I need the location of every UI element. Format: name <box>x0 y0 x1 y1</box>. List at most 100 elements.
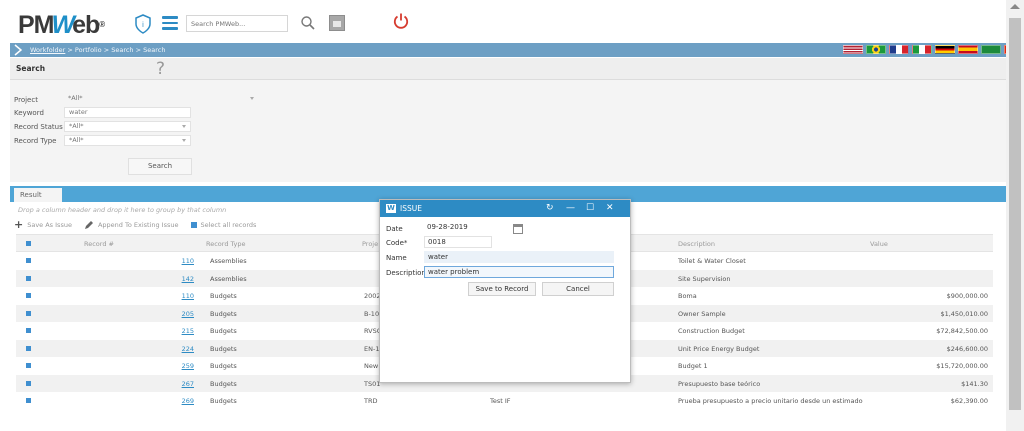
record-number-link[interactable]: 205 <box>154 310 194 318</box>
record-type-cell: Budgets <box>210 309 237 318</box>
breadcrumb-workfolder-link[interactable]: Workfolder <box>30 46 65 54</box>
keyword-input[interactable]: water <box>64 107 191 118</box>
row-checkbox[interactable] <box>26 398 31 403</box>
code-label: Code* <box>386 239 408 247</box>
description-cell: Budget 1 <box>678 362 708 370</box>
flag-france-icon[interactable] <box>889 45 909 54</box>
search-panel-title: Search <box>16 64 46 73</box>
flag-italy-icon[interactable] <box>912 45 932 54</box>
search-button[interactable]: Search <box>128 158 192 175</box>
chevron-right-icon <box>14 44 23 56</box>
record-type-cell: Assemblies <box>210 274 247 283</box>
value-cell: $141.30 <box>961 379 988 388</box>
record-type-cell: Assemblies <box>210 257 247 265</box>
row-checkbox[interactable] <box>26 275 31 281</box>
scroll-up-icon[interactable] <box>1010 4 1020 9</box>
header-select-checkbox[interactable] <box>26 241 31 246</box>
refresh-icon[interactable]: ↻ <box>546 202 554 214</box>
svg-text:i: i <box>142 21 144 29</box>
record-number-link[interactable]: 110 <box>154 257 194 265</box>
flag-us-icon[interactable] <box>843 45 863 54</box>
save-as-issue-button[interactable]: + Save As Issue <box>14 218 72 231</box>
project-cell: New <box>364 362 379 370</box>
row-checkbox[interactable] <box>26 310 31 316</box>
pmweb-logo-icon: W <box>386 204 396 213</box>
global-search-input[interactable] <box>186 15 288 32</box>
record-type-cell: Budgets <box>210 292 237 300</box>
keyword-label: Keyword <box>14 109 44 117</box>
calendar-icon[interactable] <box>329 15 345 31</box>
page-scrollbar[interactable] <box>1006 0 1024 431</box>
row-checkbox[interactable] <box>26 328 31 333</box>
flag-saudi-icon[interactable] <box>981 45 1001 54</box>
value-cell: $900,000.00 <box>946 292 988 300</box>
description-cell: Owner Sample <box>678 309 726 318</box>
row-checkbox[interactable] <box>26 258 31 263</box>
record-number-link[interactable]: 224 <box>154 345 194 353</box>
record-type-select[interactable]: *All* <box>64 135 191 146</box>
flag-germany-icon[interactable] <box>935 45 955 54</box>
calendar-icon[interactable] <box>513 224 523 234</box>
pencil-icon <box>84 220 94 230</box>
save-to-record-button[interactable]: Save to Record <box>468 282 536 296</box>
column-header-value[interactable]: Value <box>870 240 888 248</box>
close-icon[interactable]: ✕ <box>606 202 614 214</box>
cancel-button[interactable]: Cancel <box>542 282 614 296</box>
dialog-titlebar[interactable]: W ISSUE ↻ — ☐ ✕ <box>380 200 630 217</box>
value-cell: $62,390.00 <box>950 397 988 405</box>
column-header-description[interactable]: Description <box>678 240 715 248</box>
description-cell: Construction Budget <box>678 327 745 335</box>
shield-icon[interactable]: i <box>134 14 152 34</box>
column-header-project[interactable]: Proje <box>362 240 378 248</box>
power-icon[interactable] <box>392 12 410 30</box>
description-cell: Presupuesto base teórico <box>678 379 761 388</box>
row-checkbox[interactable] <box>26 363 31 368</box>
description-cell: Boma <box>678 292 697 300</box>
record-number-link[interactable]: 259 <box>154 362 194 370</box>
date-input[interactable]: 09-28-2019 <box>424 222 508 234</box>
name-label: Name <box>386 254 407 262</box>
record-type-cell: Budgets <box>210 379 237 388</box>
code-input[interactable]: 0018 <box>424 236 492 248</box>
plus-icon: + <box>14 218 24 231</box>
row-checkbox[interactable] <box>26 380 31 386</box>
column-header-record-type[interactable]: Record Type <box>206 240 245 248</box>
scroll-thumb[interactable] <box>1009 18 1021 410</box>
description-input[interactable]: water problem <box>424 266 614 278</box>
description-cell: Unit Price Energy Budget <box>678 344 760 353</box>
search-panel: Search ? Project *All* Keyword water Rec… <box>10 58 1006 182</box>
table-row[interactable]: 269 Budgets TRD Test IF Prueba presupues… <box>16 392 993 410</box>
flag-brazil-icon[interactable] <box>866 45 886 54</box>
record-number-link[interactable]: 110 <box>154 292 194 300</box>
menu-icon[interactable] <box>162 16 178 30</box>
maximize-icon[interactable]: ☐ <box>586 202 594 214</box>
row-checkbox[interactable] <box>26 293 31 298</box>
project-label: Project <box>14 96 38 104</box>
record-number-link[interactable]: 267 <box>154 380 194 388</box>
issue-dialog: W ISSUE ↻ — ☐ ✕ Date 09-28-2019 Code* 00… <box>379 199 631 383</box>
value-cell: $15,720,000.00 <box>936 362 988 370</box>
record-number-link[interactable]: 142 <box>154 275 194 283</box>
record-type-label: Record Type <box>14 137 57 145</box>
record-type-cell: Budgets <box>210 327 237 335</box>
column-header-record[interactable]: Record # <box>84 240 114 248</box>
description-cell: Site Supervision <box>678 274 731 283</box>
minimize-icon[interactable]: — <box>566 202 575 214</box>
record-number-link[interactable]: 215 <box>154 327 194 335</box>
project-select[interactable]: *All* <box>64 94 258 105</box>
help-icon[interactable]: ? <box>156 59 165 79</box>
tab-result[interactable]: Result <box>14 188 62 202</box>
name-input[interactable]: water <box>424 251 614 263</box>
select-all-checkbox[interactable]: Select all records <box>190 221 256 229</box>
append-to-issue-button[interactable]: Append To Existing Issue <box>84 220 179 230</box>
row-checkbox[interactable] <box>26 345 31 351</box>
pmweb-logo[interactable]: PMWeb® <box>18 11 105 39</box>
project-cell: TRD <box>364 397 378 405</box>
search-icon[interactable] <box>300 15 316 31</box>
record-status-select[interactable]: *All* <box>64 121 191 132</box>
extra-cell: Test IF <box>490 397 511 405</box>
value-cell: $246,600.00 <box>946 344 988 353</box>
result-toolbar: + Save As Issue Append To Existing Issue … <box>14 219 256 231</box>
flag-spain-icon[interactable] <box>958 45 978 54</box>
record-number-link[interactable]: 269 <box>154 397 194 405</box>
